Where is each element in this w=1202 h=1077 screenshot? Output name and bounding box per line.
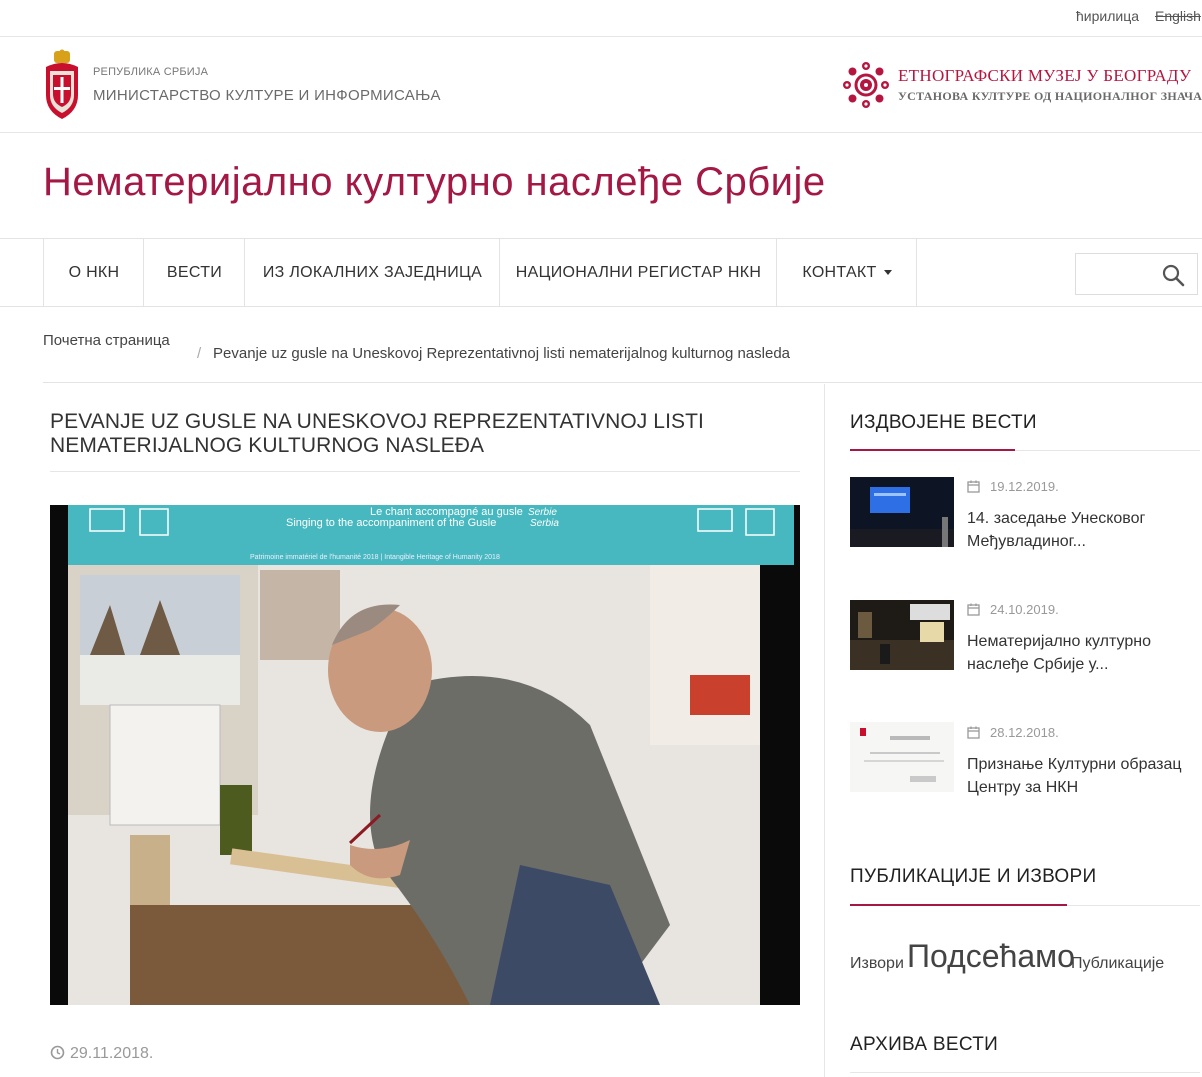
main-nav: О НКН ВЕСТИ ИЗ ЛОКАЛНИХ ЗАЈЕДНИЦА НАЦИОН… (0, 238, 1202, 307)
clock-icon (50, 1045, 65, 1060)
museum-subtitle: УСТАНОВА КУЛТУРЕ ОД НАЦИОНАЛНОГ ЗНАЧАЈА (898, 89, 1202, 103)
nav-contact-label: КОНТАКТ (802, 263, 877, 281)
svg-text:Patrimoine immatériel de l'hum: Patrimoine immatériel de l'humanité 2018… (250, 554, 500, 561)
ministry-country-label: РЕПУБЛИКА СРБИЈА (93, 66, 209, 78)
museum-logo-icon[interactable] (842, 61, 890, 109)
nav-item-about[interactable]: О НКН (43, 239, 144, 306)
news-date: 24.10.2019. (967, 602, 1059, 617)
article-title: PEVANJE UZ GUSLE NA UNESKOVOJ REPREZENTA… (50, 410, 704, 457)
news-title-link[interactable]: Нематеријално културно наслеђе Србије у.… (967, 630, 1192, 676)
calendar-icon (967, 480, 980, 493)
museum-name[interactable]: ЕТНОГРАФСКИ МУЗЕЈ У БЕОГРАДУ (898, 66, 1191, 86)
nav-item-local-communities[interactable]: ИЗ ЛОКАЛНИХ ЗАЈЕДНИЦА (244, 239, 500, 306)
news-title-link[interactable]: 14. заседање Унесковог Међувладиног... (967, 507, 1192, 553)
column-divider (824, 384, 825, 1077)
calendar-icon (967, 726, 980, 739)
calendar-icon (967, 603, 980, 616)
nav-item-national-register[interactable]: НАЦИОНАЛНИ РЕГИСТАР НКН (499, 239, 777, 306)
archive-rule (850, 1072, 1200, 1073)
tag-sources[interactable]: Извори (850, 955, 904, 973)
breadcrumb-home-link[interactable]: Почетна страница (43, 332, 170, 349)
language-bar: ћирилица English (0, 0, 1202, 37)
breadcrumb-current: Pevanje uz gusle na Uneskovoj Reprezenta… (213, 345, 791, 362)
chevron-down-icon (883, 270, 892, 275)
publications-accent (850, 904, 1067, 906)
search-input[interactable] (1082, 254, 1166, 294)
institution-header: РЕПУБЛИКА СРБИЈА МИНИСТАРСТВО КУЛТУРЕ И … (0, 37, 1202, 133)
search-icon[interactable] (1161, 263, 1185, 287)
news-date: 28.12.2018. (967, 725, 1059, 740)
svg-text:Serbia: Serbia (530, 518, 559, 529)
news-thumbnail[interactable] (850, 477, 954, 547)
archive-heading: АРХИВА ВЕСТИ (850, 1034, 999, 1055)
lang-cyrillic-link[interactable]: ћирилица (1076, 8, 1139, 24)
svg-text:Serbie: Serbie (528, 507, 557, 518)
nav-divider (916, 239, 917, 306)
tag-publications[interactable]: Публикације (1071, 955, 1164, 973)
search-box (1075, 253, 1198, 295)
serbian-coat-of-arms-icon[interactable] (42, 49, 82, 121)
article-date: 29.11.2018. (50, 1045, 153, 1063)
article-photo[interactable]: Le chant accompagné au gusle Serbie Sing… (50, 505, 800, 1005)
tag-reminders[interactable]: Подсећамо (907, 938, 1075, 975)
nav-item-contact[interactable]: КОНТАКТ (776, 239, 917, 306)
breadcrumb: Почетна страница / Pevanje uz gusle na U… (43, 332, 1202, 383)
news-thumbnail[interactable] (850, 722, 954, 792)
svg-text:Singing to the accompaniment o: Singing to the accompaniment of the Gusl… (286, 517, 496, 529)
news-thumbnail[interactable] (850, 600, 954, 670)
news-title-link[interactable]: Признање Културни образац Центру за НКН (967, 753, 1192, 799)
publications-heading: ПУБЛИКАЦИЈЕ И ИЗВОРИ (850, 866, 1097, 887)
ministry-name[interactable]: МИНИСТАРСТВО КУЛТУРЕ И ИНФОРМИСАЊА (93, 87, 441, 104)
nav-item-news[interactable]: ВЕСТИ (143, 239, 245, 306)
article-divider (50, 471, 800, 472)
featured-news-accent (850, 449, 1015, 451)
breadcrumb-separator: / (197, 345, 202, 362)
lang-english-link[interactable]: English (1155, 8, 1201, 24)
news-date: 19.12.2019. (967, 479, 1059, 494)
site-title[interactable]: Нематеријално културно наслеђе Србије (43, 160, 826, 205)
featured-news-heading: ИЗДВОЈЕНЕ ВЕСТИ (850, 412, 1037, 433)
